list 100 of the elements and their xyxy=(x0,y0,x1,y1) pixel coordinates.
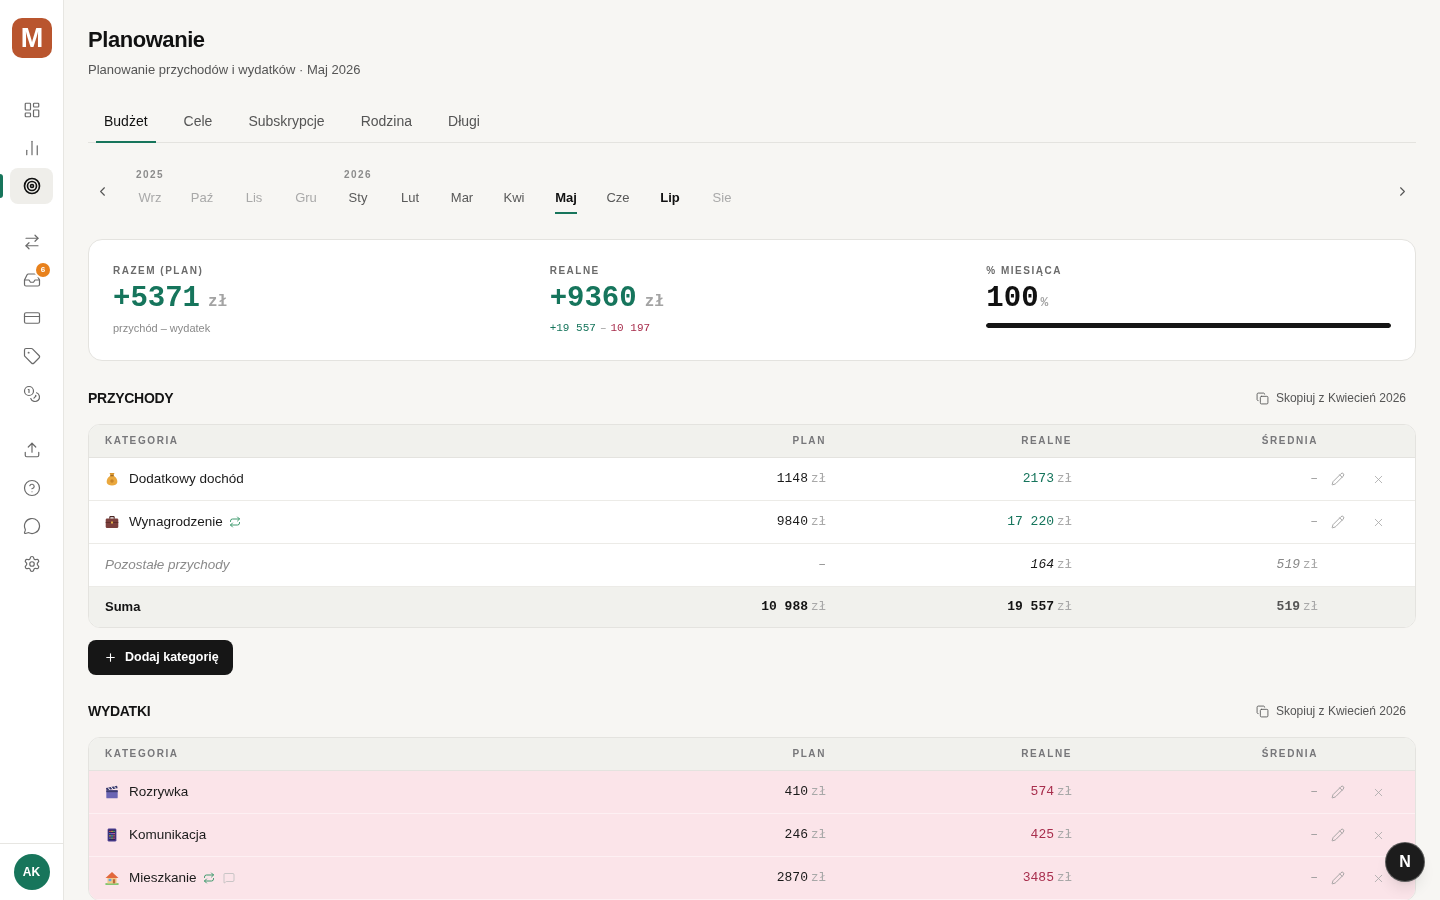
amount-text: 164 xyxy=(1030,556,1054,574)
stat-label: % MIESIĄCA xyxy=(986,265,1063,277)
currency-text: zł xyxy=(1303,599,1318,616)
amount-text: – xyxy=(1310,869,1318,887)
minus-sign: – xyxy=(599,321,607,335)
pencil-icon xyxy=(1331,828,1345,842)
category-name: Komunikacja xyxy=(129,826,207,844)
tab[interactable]: Długi xyxy=(440,99,488,143)
column-header: REALNE xyxy=(1020,748,1072,760)
tab[interactable]: Budżet xyxy=(96,99,156,143)
income-amount: +19 557 xyxy=(549,321,596,335)
currency-text: zł xyxy=(811,514,826,531)
amount-text: 17 220 xyxy=(1007,513,1054,531)
amount-text: 1148 xyxy=(776,470,808,488)
copy-button[interactable]: Skopiuj z Kwiecień 2026 xyxy=(1247,697,1416,725)
active-indicator xyxy=(0,174,3,198)
amount-text: 410 xyxy=(784,783,808,801)
amount-text: 519 xyxy=(1276,556,1300,574)
section-title: PRZYCHODY xyxy=(88,389,174,408)
currency-text: zł xyxy=(811,784,826,801)
inbox-icon xyxy=(22,271,41,289)
clapperboard-icon xyxy=(105,785,119,799)
page-subtitle: Planowanie przychodów i wydatków · Maj 2026 xyxy=(88,61,362,79)
amount-text: – xyxy=(1310,470,1318,488)
currency-text: zł xyxy=(811,870,826,887)
amount-text: 10 988 xyxy=(761,598,808,616)
money-bag-icon xyxy=(105,472,119,486)
upload-icon xyxy=(22,441,41,459)
help-icon xyxy=(22,479,41,497)
month-tab[interactable]: Lut xyxy=(384,188,436,214)
section-title: WYDATKI xyxy=(88,702,151,721)
tab[interactable]: Subskrypcje xyxy=(240,99,333,143)
month-tab[interactable]: Cze xyxy=(592,188,644,214)
user-avatar[interactable]: AK xyxy=(13,854,50,890)
stat-value: +5371 xyxy=(113,282,200,316)
copy-icon xyxy=(1255,704,1269,718)
column-header: PLAN xyxy=(791,748,826,760)
amount-text: 246 xyxy=(784,826,808,844)
column-header: ŚREDNIA xyxy=(1260,748,1318,760)
chat-bubble-icon xyxy=(22,517,41,535)
stat-unit: zł xyxy=(208,292,228,313)
currency-text: zł xyxy=(1057,870,1072,887)
coins-icon xyxy=(22,385,41,403)
smartphone-icon xyxy=(105,828,119,842)
amount-text: 425 xyxy=(1030,826,1054,844)
briefcase-icon xyxy=(105,515,119,529)
currency-text: zł xyxy=(1057,471,1072,488)
column-header: KATEGORIA xyxy=(105,748,180,760)
expense-amount: 10 197 xyxy=(610,321,651,335)
currency-text: zł xyxy=(811,599,826,616)
nav-button[interactable] xyxy=(10,168,53,204)
amount-text: 519 xyxy=(1276,598,1300,616)
category-name: Mieszkanie xyxy=(129,869,197,887)
currency-text: zł xyxy=(1057,514,1072,531)
amount-text: – xyxy=(818,556,826,574)
month-tab[interactable]: Kwi xyxy=(488,188,540,214)
total-label: Suma xyxy=(105,598,142,616)
pencil-icon xyxy=(1331,871,1345,885)
category-name: Dodatkowy dochód xyxy=(129,470,244,488)
amount-text: 2173 xyxy=(1022,470,1054,488)
amount-text: 9840 xyxy=(776,513,808,531)
pencil-icon xyxy=(1331,472,1345,486)
copy-icon xyxy=(1255,391,1269,405)
column-header: KATEGORIA xyxy=(105,435,180,447)
stat-value: 100 xyxy=(986,282,1039,316)
amount-text: – xyxy=(1310,826,1318,844)
currency-text: zł xyxy=(811,471,826,488)
month-tab[interactable]: Lip xyxy=(644,188,696,214)
settings-icon xyxy=(22,555,41,573)
amount-text: 574 xyxy=(1030,783,1054,801)
month-tab[interactable]: Sty xyxy=(332,188,384,214)
grid-icon xyxy=(22,101,41,119)
category-name: Pozostałe przychody xyxy=(105,556,230,574)
pencil-icon xyxy=(1331,515,1345,529)
currency-text: zł xyxy=(1303,557,1318,574)
stat-label: RAZEM (PLAN) xyxy=(113,265,205,277)
year-label: 2025 xyxy=(134,169,166,181)
category-name: Rozrywka xyxy=(129,783,189,801)
copy-button[interactable]: Skopiuj z Kwiecień 2026 xyxy=(1247,384,1416,412)
tab[interactable]: Rodzina xyxy=(352,99,421,143)
currency-text: zł xyxy=(1057,557,1072,574)
app-logo[interactable]: M xyxy=(12,18,52,58)
pencil-icon xyxy=(1331,785,1345,799)
column-header: REALNE xyxy=(1020,435,1072,447)
floating-action-button[interactable]: N xyxy=(1386,843,1424,881)
currency-text: zł xyxy=(1057,784,1072,801)
stat-unit: zł xyxy=(644,292,664,313)
currency-text: zł xyxy=(1057,599,1072,616)
add-category-button[interactable]: Dodaj kategorię xyxy=(88,640,233,675)
amount-text: – xyxy=(1310,783,1318,801)
column-header: ŚREDNIA xyxy=(1260,435,1318,447)
month-tab[interactable]: Maj xyxy=(540,188,592,214)
plus-icon xyxy=(104,651,117,664)
stat-unit: % xyxy=(1040,294,1049,312)
tab[interactable]: Cele xyxy=(175,99,221,143)
month-tab[interactable]: Mar xyxy=(436,188,488,214)
credit-card-icon xyxy=(22,309,41,327)
page-title: Planowanie xyxy=(88,28,206,52)
amount-text: 19 557 xyxy=(1007,598,1054,616)
currency-text: zł xyxy=(811,827,826,844)
